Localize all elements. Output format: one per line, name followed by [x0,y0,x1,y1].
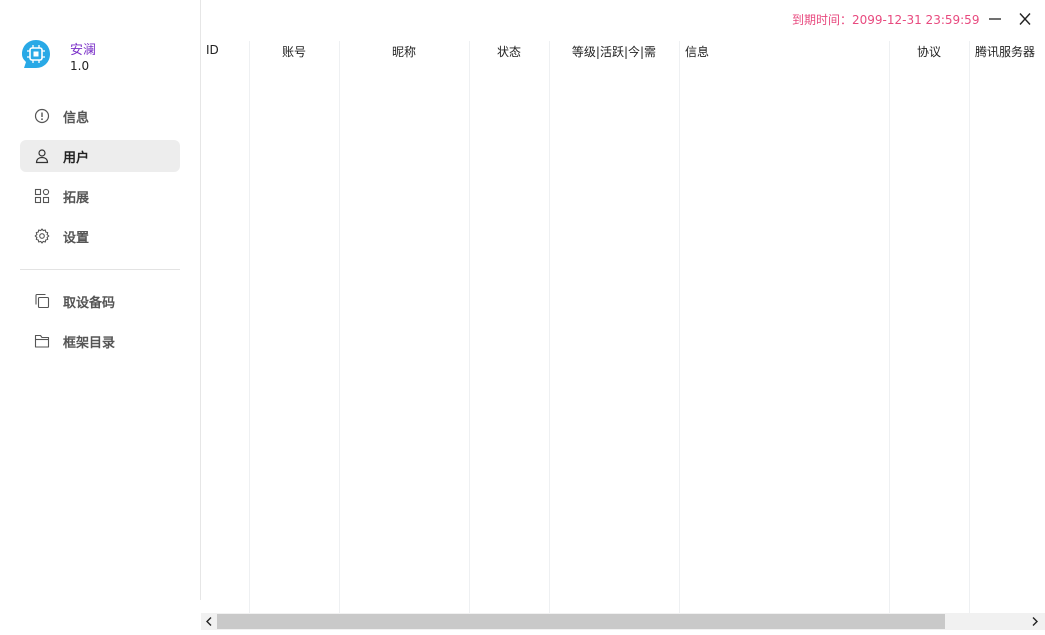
app-logo-icon [22,40,50,68]
info-circle-icon [34,108,50,124]
column-divider [679,41,680,613]
sidebar-divider [20,269,180,270]
apps-grid-icon [34,188,50,204]
sidebar-item-info[interactable]: 信息 [20,100,180,132]
sidebar-item-label: 信息 [63,111,90,126]
app-name: 安澜 [70,43,97,58]
folder-icon [34,334,50,348]
scrollbar-thumb[interactable] [217,614,945,629]
column-divider [339,41,340,613]
user-table: ID 账号 昵称 状态 等级|活跃|今|需 信息 协议 腾讯服务器 [201,38,1045,613]
column-divider [249,41,250,613]
sidebar-item-label: 拓展 [63,191,90,206]
chevron-right-icon [1032,617,1038,626]
app-window: 安澜 1.0 信息 用户 拓展 设置 取设备码 框架目录 到期时间：2099-1… [0,0,1045,635]
sidebar-item-extensions[interactable]: 拓展 [20,180,180,212]
user-icon [35,149,49,164]
column-divider [889,41,890,613]
column-header-info[interactable]: 信息 [685,43,885,61]
scroll-left-button[interactable] [201,613,217,630]
column-divider [969,41,970,613]
sidebar-item-label: 设置 [63,231,90,246]
scroll-right-button[interactable] [1027,613,1043,630]
column-header-status[interactable]: 状态 [469,43,549,61]
close-button[interactable] [1014,8,1036,30]
get-device-code-button[interactable]: 取设备码 [20,285,180,317]
expiry-time-text: 到期时间：2099-12-31 23:59:59 [792,13,980,27]
column-divider [469,41,470,613]
copy-icon [35,293,50,309]
sidebar-item-label: 框架目录 [63,336,116,351]
close-icon [1019,13,1031,25]
gear-icon [34,228,50,244]
app-version: 1.0 [70,59,90,73]
sidebar: 安澜 1.0 信息 用户 拓展 设置 取设备码 框架目录 [0,0,200,635]
column-header-id[interactable]: ID [206,43,248,61]
chevron-left-icon [206,617,212,626]
sidebar-item-settings[interactable]: 设置 [20,220,180,252]
column-divider [549,41,550,613]
framework-directory-button[interactable]: 框架目录 [20,325,180,357]
column-header-protocol[interactable]: 协议 [889,43,969,61]
sidebar-item-label: 用户 [63,151,90,166]
minimize-button[interactable] [984,8,1006,30]
sidebar-item-users[interactable]: 用户 [20,140,180,172]
column-header-level[interactable]: 等级|活跃|今|需 [549,43,679,61]
column-header-tencent-server[interactable]: 腾讯服务器 [975,43,1045,61]
sidebar-item-label: 取设备码 [63,296,116,311]
column-header-account[interactable]: 账号 [249,43,339,61]
minimize-icon [989,18,1001,20]
column-header-nickname[interactable]: 昵称 [339,43,469,61]
horizontal-scrollbar[interactable] [201,613,1045,630]
